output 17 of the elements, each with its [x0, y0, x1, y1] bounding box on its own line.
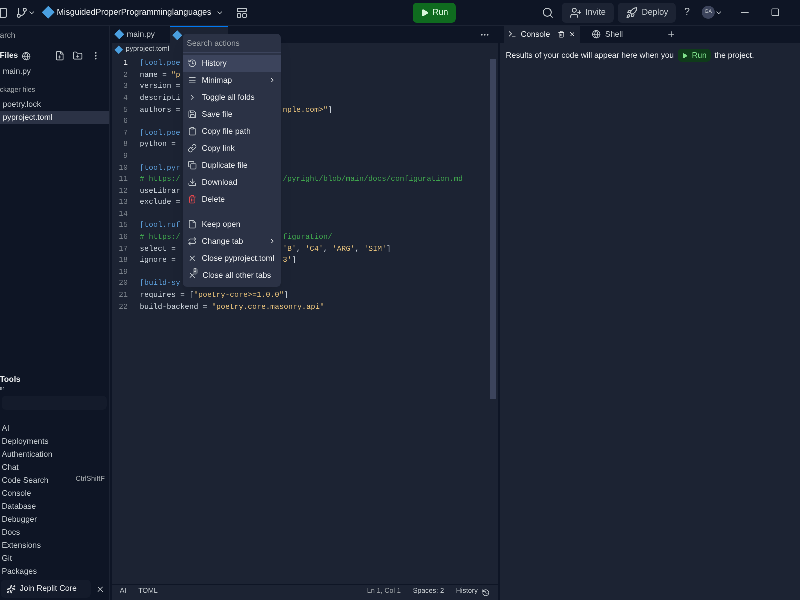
files-title: Files [0, 50, 18, 62]
tools-title: Tools [0, 374, 22, 386]
console-message: Results of your code will appear here when you [506, 50, 674, 62]
menu-item-label: Minimap [202, 74, 234, 86]
menu-item-label: Toggle all folds [202, 92, 256, 104]
menu-item-label: Close pyproject.toml [202, 252, 276, 264]
menu-item-label: Download [202, 176, 239, 188]
menu-item-label: Duplicate file [202, 160, 249, 172]
menu-item-label: History [202, 58, 228, 70]
menu-item-label: Keep open [202, 218, 242, 230]
menu-item-label: Close all other tabs [202, 270, 272, 282]
menu-item-label: Copy link [202, 142, 236, 154]
menu-item-label: Delete [202, 194, 226, 206]
menu-item-label: Change tab [202, 236, 244, 248]
menu-item-label: Copy file path [202, 126, 252, 138]
console-message: the project. [714, 50, 754, 62]
menu-item-label: Save file [202, 108, 234, 120]
